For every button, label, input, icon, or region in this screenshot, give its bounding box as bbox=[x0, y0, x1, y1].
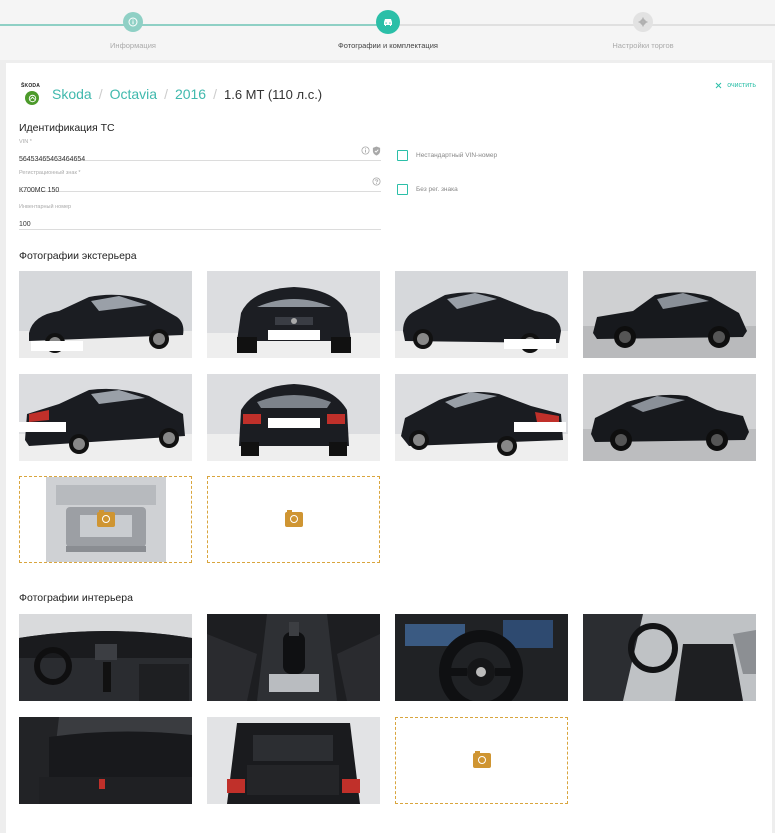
step-label: Настройки торгов bbox=[612, 41, 674, 50]
vehicle-breadcrumb: Skoda / Octavia/2016/1.6 MT (110 л.с.) bbox=[52, 86, 323, 102]
info-circle-icon[interactable] bbox=[361, 146, 370, 155]
exterior-photo-front-left[interactable] bbox=[19, 271, 192, 358]
exterior-photo-front[interactable] bbox=[207, 271, 380, 358]
interior-title: Фотографии интерьера bbox=[19, 592, 133, 604]
breadcrumb-model[interactable]: Octavia bbox=[110, 86, 157, 102]
breadcrumb-year[interactable]: 2016 bbox=[175, 86, 206, 102]
vehicle-card: ŠKODA Skoda / Octavia/2016/1.6 MT (110 л.с… bbox=[6, 63, 772, 833]
breadcrumb-make[interactable]: Skoda bbox=[52, 86, 92, 102]
interior-photo-gear-shifter[interactable] bbox=[207, 614, 380, 701]
interior-photo-steering-wheel[interactable] bbox=[395, 614, 568, 701]
info-icon bbox=[123, 12, 143, 32]
clear-button[interactable]: очистить bbox=[715, 82, 756, 89]
skoda-logo-icon: ŠKODA bbox=[21, 83, 51, 105]
reg-plate-input[interactable] bbox=[19, 187, 319, 194]
exterior-photo-rear-left[interactable] bbox=[19, 374, 192, 461]
interior-photo-upload[interactable] bbox=[395, 717, 568, 804]
progress-stepper: Информация Фотографии и комплектация Нас… bbox=[0, 0, 775, 60]
inventory-number-input[interactable] bbox=[19, 221, 319, 228]
shield-check-icon[interactable] bbox=[372, 146, 381, 156]
reg-plate-field[interactable]: Регистрационный знак * bbox=[19, 170, 381, 194]
step-photos[interactable]: Фотографии и комплектация bbox=[288, 10, 488, 50]
interior-photo-front-seat[interactable] bbox=[583, 614, 756, 701]
exterior-photo-rear-right[interactable] bbox=[395, 374, 568, 461]
interior-photo-trunk[interactable] bbox=[207, 717, 380, 804]
no-plate-checkbox[interactable]: Без рег. знака bbox=[397, 184, 458, 195]
exterior-photo-front-right[interactable] bbox=[395, 271, 568, 358]
step-label: Фотографии и комплектация bbox=[338, 41, 438, 50]
gear-icon bbox=[633, 12, 653, 32]
exterior-photo-engine-upload[interactable] bbox=[19, 476, 192, 563]
exterior-photo-side-left[interactable] bbox=[583, 271, 756, 358]
nonstandard-vin-checkbox[interactable]: Нестандартный VIN-номер bbox=[397, 150, 497, 161]
car-icon bbox=[376, 10, 400, 34]
camera-icon bbox=[96, 510, 115, 527]
checkbox-box[interactable] bbox=[397, 184, 408, 195]
exterior-photo-side-right[interactable] bbox=[583, 374, 756, 461]
exterior-photo-upload[interactable] bbox=[207, 476, 380, 563]
exterior-title: Фотографии экстерьера bbox=[19, 250, 137, 262]
clear-label: очистить bbox=[727, 82, 756, 89]
vin-field[interactable]: VIN * bbox=[19, 139, 381, 163]
step-auction-settings[interactable]: Настройки торгов bbox=[543, 12, 743, 50]
exterior-photo-rear[interactable] bbox=[207, 374, 380, 461]
question-circle-icon[interactable] bbox=[372, 177, 381, 186]
interior-photo-rear-seats[interactable] bbox=[19, 717, 192, 804]
close-icon bbox=[715, 82, 722, 89]
camera-icon bbox=[472, 751, 491, 768]
identification-title: Идентификация ТС bbox=[19, 122, 115, 134]
step-information[interactable]: Информация bbox=[33, 12, 233, 50]
vin-input[interactable] bbox=[19, 156, 319, 163]
camera-icon bbox=[284, 510, 303, 527]
checkbox-box[interactable] bbox=[397, 150, 408, 161]
inventory-number-field[interactable]: Инвентарный номер bbox=[19, 204, 381, 230]
modification-title: 1.6 MT (110 л.с.) bbox=[224, 87, 323, 102]
interior-photo-dashboard[interactable] bbox=[19, 614, 192, 701]
step-label: Информация bbox=[110, 41, 156, 50]
